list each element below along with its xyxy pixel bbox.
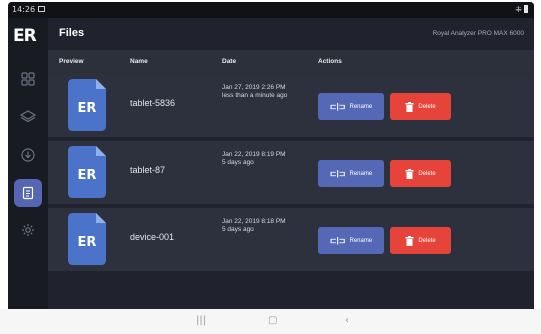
delete-button[interactable]: Delete	[390, 93, 451, 120]
system-navigation-bar: ||| ▢ ‹	[0, 309, 541, 334]
file-date: Jan 22, 2019 8:18 PM 5 days ago	[222, 218, 302, 234]
delete-label: Delete	[418, 170, 436, 177]
recents-button[interactable]: |||	[196, 315, 206, 326]
column-header-date: Date	[222, 58, 237, 65]
file-preview-icon: ER	[68, 213, 106, 265]
file-date: Jan 27, 2019 2:26 PM less than a minute …	[222, 84, 302, 100]
trash-icon	[405, 101, 414, 112]
file-preview-icon: ER	[68, 146, 106, 198]
delete-label: Delete	[418, 237, 436, 244]
file-date-absolute: Jan 22, 2019 8:18 PM	[222, 218, 286, 225]
battery-icon	[524, 5, 528, 13]
trash-icon	[405, 235, 414, 246]
app-name: Royal Analyzer PRO MAX 6000	[432, 30, 524, 37]
app-logo: ER	[13, 26, 37, 46]
grid-icon	[21, 72, 35, 86]
download-icon	[21, 148, 35, 162]
app-window: 14:26 ⁜ ER Files Royal Analyzer PRO MAX …	[8, 2, 534, 309]
file-date: Jan 22, 2019 8:19 PM 5 days ago	[222, 151, 302, 167]
sidebar: ER	[8, 18, 48, 309]
header: Files Royal Analyzer PRO MAX 6000	[48, 18, 534, 50]
file-name: tablet-87	[130, 165, 166, 175]
rename-label: Rename	[349, 170, 373, 177]
rename-icon: ⊏|⊐	[329, 102, 346, 111]
picture-icon	[38, 6, 45, 12]
rename-icon: ⊏|⊐	[329, 236, 346, 245]
status-icons: ⁜	[515, 5, 528, 14]
home-button[interactable]: ▢	[268, 315, 277, 326]
delete-button[interactable]: Delete	[390, 227, 451, 254]
sidebar-item-download[interactable]	[14, 141, 42, 169]
sidebar-item-files[interactable]	[14, 179, 42, 207]
back-button[interactable]: ‹	[345, 315, 349, 326]
rename-button[interactable]: ⊏|⊐ Rename	[318, 227, 384, 254]
file-date-relative: 5 days ago	[222, 226, 254, 233]
rename-icon: ⊏|⊐	[329, 169, 346, 178]
files-icon	[22, 186, 34, 200]
rename-label: Rename	[349, 237, 373, 244]
column-header-preview: Preview	[59, 58, 84, 65]
delete-button[interactable]: Delete	[390, 160, 451, 187]
signal-icon: ⁜	[515, 5, 522, 14]
gear-icon	[22, 224, 34, 236]
file-date-absolute: Jan 27, 2019 2:26 PM	[222, 84, 286, 91]
preview-logo-text: ER	[78, 235, 97, 250]
preview-logo-text: ER	[78, 101, 97, 116]
table-row: ER device-001 Jan 22, 2019 8:18 PM 5 day…	[48, 208, 534, 271]
layers-icon	[20, 110, 36, 123]
file-name: device-001	[130, 232, 175, 242]
sidebar-item-layers[interactable]	[14, 102, 42, 130]
column-header-name: Name	[130, 58, 148, 65]
rename-button[interactable]: ⊏|⊐ Rename	[318, 160, 384, 187]
page-title: Files	[59, 27, 85, 39]
file-date-relative: less than a minute ago	[222, 92, 288, 99]
table-row: ER tablet-87 Jan 22, 2019 8:19 PM 5 days…	[48, 141, 534, 204]
trash-icon	[405, 168, 414, 179]
column-header-actions: Actions	[318, 58, 342, 65]
file-name: tablet-5836	[130, 98, 176, 108]
table-header: Preview Name Date Actions	[48, 50, 534, 74]
preview-logo-text: ER	[78, 168, 97, 183]
sidebar-item-dashboard[interactable]	[14, 65, 42, 93]
rename-label: Rename	[349, 103, 373, 110]
file-date-relative: 5 days ago	[222, 159, 254, 166]
file-date-absolute: Jan 22, 2019 8:19 PM	[222, 151, 286, 158]
file-preview-icon: ER	[68, 79, 106, 131]
sidebar-item-settings[interactable]	[14, 216, 42, 244]
rename-button[interactable]: ⊏|⊐ Rename	[318, 93, 384, 120]
status-time: 14:26	[12, 5, 36, 14]
table-row: ER tablet-5836 Jan 27, 2019 2:26 PM less…	[48, 74, 534, 137]
status-bar: 14:26 ⁜	[8, 2, 534, 18]
delete-label: Delete	[418, 103, 436, 110]
